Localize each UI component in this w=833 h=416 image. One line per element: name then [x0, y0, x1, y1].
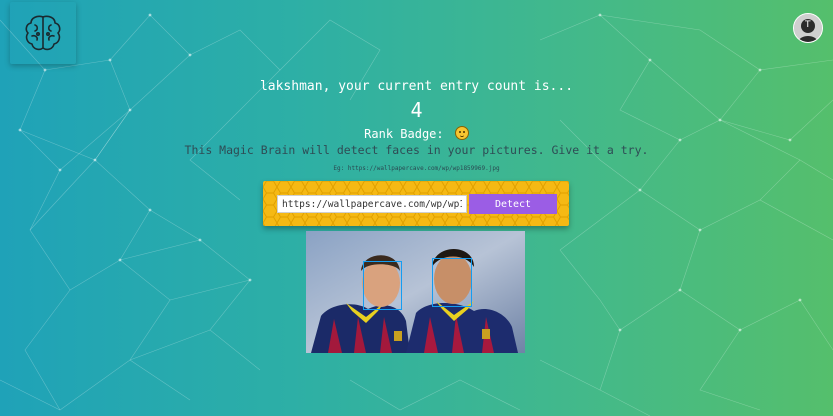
entry-count-value: 4 — [410, 98, 423, 122]
face-detection-photo — [306, 231, 525, 353]
example-url-hint: Eg: https://wallpapercave.com/wp/wp18599… — [333, 165, 500, 172]
image-url-input[interactable] — [277, 195, 467, 213]
result-image — [306, 231, 525, 353]
avatar[interactable]: T — [793, 13, 823, 43]
app-description: This Magic Brain will detect faces in yo… — [184, 143, 649, 157]
smiley-face-icon — [454, 126, 469, 140]
avatar-initial: T — [805, 20, 811, 30]
logo[interactable] — [10, 2, 76, 64]
entry-count-message: lakshman, your current entry count is... — [259, 79, 574, 94]
face-bounding-box — [363, 261, 402, 310]
brain-icon — [25, 15, 61, 51]
detect-button[interactable]: Detect — [469, 194, 557, 214]
rank-badge-label: Rank Badge: — [364, 127, 444, 141]
rank-badge-row: Rank Badge: — [0, 126, 833, 141]
face-bounding-box — [432, 258, 472, 307]
